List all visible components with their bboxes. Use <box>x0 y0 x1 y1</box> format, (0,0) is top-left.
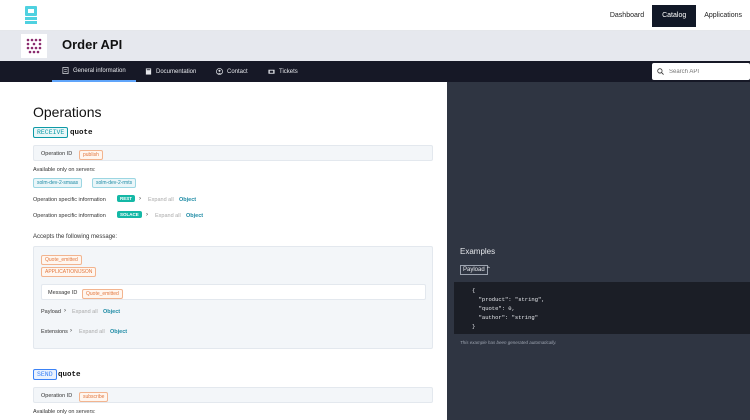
operation-id-box: Operation ID subscribe <box>33 387 433 403</box>
operation-id-label: Operation ID <box>41 393 73 399</box>
object-type: Object <box>179 197 197 203</box>
top-bar: Dashboard Catalog Applications <box>0 0 750 31</box>
payload-tab[interactable]: Payload <box>460 265 488 275</box>
accepts-message-label: Accepts the following message: <box>33 234 118 240</box>
message-box: Quote_emitted APPLICATION/JSON Message I… <box>33 246 433 349</box>
nav-catalog[interactable]: Catalog <box>652 5 697 27</box>
operation-id-label: Operation ID <box>41 151 73 157</box>
tab-documentation[interactable]: Documentation <box>145 61 196 82</box>
examples-title: Examples <box>460 247 496 256</box>
expand-all-link[interactable]: Expand all <box>155 213 181 219</box>
person-icon <box>216 68 223 75</box>
code-line: "author": "string" <box>472 314 539 321</box>
object-type: Object <box>186 213 204 219</box>
code-line: { <box>472 287 476 294</box>
operation-name: quote <box>70 129 93 137</box>
code-line: "quote": 0, <box>472 305 515 312</box>
logo-icon[interactable] <box>24 5 38 25</box>
specific-info-label: Operation specific information <box>33 213 106 219</box>
tab-contact[interactable]: Contact <box>216 61 248 82</box>
operation-id-box: Operation ID publish <box>33 145 433 161</box>
tab-documentation-label: Documentation <box>156 68 197 75</box>
tab-tickets-label: Tickets <box>279 68 298 75</box>
top-navigation: Dashboard Catalog Applications <box>602 5 750 27</box>
generated-note: This example has been generated automati… <box>460 340 557 345</box>
nav-dashboard[interactable]: Dashboard <box>602 5 652 27</box>
binding-tag-rest: REST <box>117 195 136 202</box>
code-line: } <box>472 323 476 330</box>
server-tag[interactable]: solm-dev-2-smaas <box>33 178 83 188</box>
servers-label: Available only on servers: <box>33 409 96 415</box>
tab-general-information-label: General information <box>73 67 126 74</box>
example-code-block: { "product": "string", "quote": 0, "auth… <box>454 282 750 334</box>
nav-applications[interactable]: Applications <box>696 5 750 27</box>
payload-label: Payload <box>41 309 61 315</box>
search-box[interactable] <box>652 63 750 80</box>
expand-all-link[interactable]: Expand all <box>148 197 174 203</box>
object-type: Object <box>103 309 121 315</box>
info-icon <box>62 67 69 74</box>
tab-general-information[interactable]: General information <box>52 61 136 82</box>
book-icon <box>145 68 152 75</box>
chevron-right-icon[interactable]: › <box>64 308 66 314</box>
send-badge: SEND <box>33 369 57 380</box>
operation-name: quote <box>58 371 81 379</box>
tab-bar: General information Documentation Contac… <box>0 61 750 82</box>
specific-info-label: Operation specific information <box>33 197 106 203</box>
chevron-up-icon[interactable]: ⌃ <box>486 266 491 273</box>
examples-panel: Examples Payload ⌃ { "product": "string"… <box>447 82 750 420</box>
server-tag[interactable]: solm-dev-2-rmts <box>92 178 137 188</box>
operation-id-value: publish <box>79 150 103 160</box>
chevron-right-icon[interactable]: › <box>70 328 72 334</box>
expand-all-link[interactable]: Expand all <box>72 309 98 315</box>
extensions-label: Extensions <box>41 329 68 335</box>
message-id-box: Message ID Quote_emitted <box>41 284 426 300</box>
message-name-tag: Quote_emitted <box>41 255 82 265</box>
api-icon <box>21 34 47 58</box>
content-type-tag: APPLICATION/JSON <box>41 267 97 277</box>
search-icon <box>657 68 664 75</box>
ticket-icon <box>268 69 275 74</box>
expand-all-link[interactable]: Expand all <box>79 329 105 335</box>
api-header: Order API <box>0 31 750 61</box>
chevron-right-icon[interactable]: › <box>139 196 141 202</box>
message-id-label: Message ID <box>48 290 78 296</box>
operations-title: Operations <box>33 104 102 120</box>
chevron-right-icon[interactable]: › <box>146 212 148 218</box>
servers-label: Available only on servers: <box>33 167 96 173</box>
tab-tickets[interactable]: Tickets <box>268 61 298 82</box>
api-title: Order API <box>62 37 123 52</box>
search-input[interactable] <box>669 68 739 75</box>
operations-panel: Operations RECEIVE quote Operation ID pu… <box>20 82 447 420</box>
object-type: Object <box>110 329 128 335</box>
code-line: "product": "string", <box>472 296 545 303</box>
binding-tag-solace: SOLACE <box>117 211 142 218</box>
receive-badge: RECEIVE <box>33 127 69 138</box>
tab-contact-label: Contact <box>227 68 248 75</box>
message-id-value: Quote_emitted <box>82 289 123 299</box>
operation-id-value: subscribe <box>79 392 109 402</box>
